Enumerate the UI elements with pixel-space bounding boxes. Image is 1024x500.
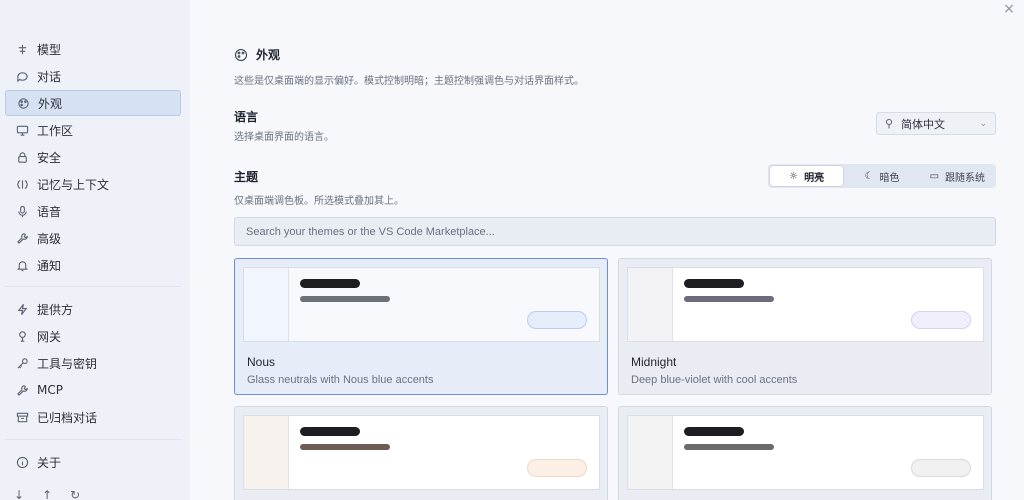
sidebar-nav-secondary: 提供方 网关 工具与密钥 MCP 已归档对话 (5, 296, 181, 431)
refresh-icon[interactable]: ↻ (70, 488, 80, 500)
sidebar-item-advanced[interactable]: 高级 (5, 225, 181, 251)
sidebar-item-notifications[interactable]: 通知 (5, 252, 181, 278)
theme-card-midnight[interactable]: Midnight Deep blue-violet with cool acce… (618, 258, 992, 395)
page-title-text: 外观 (256, 48, 281, 62)
sidebar-item-label: 关于 (37, 455, 62, 470)
key-icon (15, 356, 29, 370)
sidebar-item-label: 提供方 (37, 302, 74, 317)
sidebar-bottom-actions: ↓ ↑ ↻ (14, 488, 80, 500)
sidebar-item-label: 已归档对话 (37, 410, 98, 425)
info-icon (15, 455, 29, 469)
theme-preview (243, 267, 600, 342)
lock-icon (15, 150, 29, 164)
sidebar-item-tools-keys[interactable]: 工具与密钥 (5, 350, 181, 376)
palette-icon (234, 48, 248, 61)
bolt-icon (15, 302, 29, 316)
archive-icon (15, 410, 29, 424)
sidebar-item-label: 高级 (37, 231, 62, 246)
arrow-down-icon[interactable]: ↓ (14, 488, 24, 500)
sidebar-nav-about: 关于 (5, 449, 181, 476)
sun-icon: ☼ (789, 170, 799, 182)
chat-icon (15, 69, 29, 83)
sidebar-item-label: 记忆与上下文 (37, 177, 110, 192)
sidebar-item-memory[interactable]: 记忆与上下文 (5, 171, 181, 197)
theme-preview (627, 267, 984, 342)
mode-label: 暗色 (879, 172, 900, 184)
theme-description: 仅桌面端调色板。所选模式叠加其上。 (234, 196, 404, 207)
sidebar-item-gateway[interactable]: 网关 (5, 323, 181, 349)
language-select[interactable]: ⚲ 简体中文 ⌄ (876, 112, 996, 135)
language-description: 选择桌面界面的语言。 (234, 132, 334, 143)
theme-preview (243, 415, 600, 490)
sidebar-item-label: 通知 (37, 258, 62, 273)
theme-label: 主题 (234, 170, 259, 184)
mic-icon (15, 204, 29, 218)
theme-card-name: Nous (247, 355, 276, 369)
brain-icon (15, 177, 29, 191)
mode-system-button[interactable]: ▭ 跟随系统 (921, 166, 994, 186)
mode-light-button[interactable]: ☼ 明亮 (770, 166, 844, 186)
sidebar-item-model[interactable]: 模型 (5, 36, 181, 62)
sidebar-item-about[interactable]: 关于 (5, 449, 181, 475)
theme-card-nous[interactable]: Nous Glass neutrals with Nous blue accen… (234, 258, 608, 395)
theme-card-description: Deep blue-violet with cool accents (631, 374, 798, 386)
model-icon (15, 42, 29, 56)
globe-icon: ⚲ (885, 117, 894, 130)
theme-card-name: Midnight (631, 355, 677, 369)
sidebar-item-label: 对话 (37, 69, 62, 84)
sidebar-item-workspace[interactable]: 工作区 (5, 117, 181, 143)
sidebar-divider (5, 286, 181, 287)
sidebar-item-label: 模型 (37, 42, 62, 57)
sidebar-item-label: MCP (37, 383, 63, 397)
language-select-value: 简体中文 (901, 117, 946, 131)
bell-icon (15, 258, 29, 272)
wrench-icon (15, 231, 29, 245)
arrow-up-icon[interactable]: ↑ (42, 488, 52, 500)
sidebar-item-chat[interactable]: 对话 (5, 63, 181, 89)
monitor-icon: ▭ (929, 170, 940, 182)
sidebar-item-security[interactable]: 安全 (5, 144, 181, 170)
sidebar-item-label: 外观 (38, 96, 63, 111)
palette-icon (16, 96, 30, 110)
wrench-icon (15, 383, 29, 397)
chevron-down-icon: ⌄ (979, 118, 987, 129)
sidebar-item-providers[interactable]: 提供方 (5, 296, 181, 322)
theme-card[interactable] (618, 406, 992, 500)
sidebar-item-voice[interactable]: 语音 (5, 198, 181, 224)
page-title: 外观 (234, 46, 280, 63)
theme-preview (627, 415, 984, 490)
mode-dark-button[interactable]: ☾ 暗色 (845, 166, 918, 186)
sidebar-item-mcp[interactable]: MCP (5, 377, 181, 403)
moon-icon: ☾ (864, 170, 874, 182)
sidebar-item-label: 语音 (37, 204, 62, 219)
sidebar: 模型 对话 外观 工作区 安全 记忆与上下文 语音 高级 通知 提供方 网关 工… (0, 0, 190, 500)
theme-card-description: Glass neutrals with Nous blue accents (247, 374, 434, 386)
page-description: 这些是仅桌面端的显示偏好。模式控制明暗；主题控制强调色与对话界面样式。 (234, 76, 584, 87)
main-content: 外观 这些是仅桌面端的显示偏好。模式控制明暗；主题控制强调色与对话界面样式。 语… (190, 0, 1024, 500)
sidebar-divider (5, 439, 181, 440)
monitor-icon (15, 123, 29, 137)
mode-label: 明亮 (804, 172, 825, 184)
sidebar-item-appearance[interactable]: 外观 (5, 90, 181, 116)
mode-label: 跟随系统 (945, 172, 986, 184)
sidebar-item-label: 工具与密钥 (37, 356, 98, 371)
sidebar-item-label: 工作区 (37, 123, 74, 138)
theme-search-input[interactable]: Search your themes or the VS Code Market… (234, 217, 996, 246)
mode-toggle: ☼ 明亮 ☾ 暗色 ▭ 跟随系统 (768, 164, 996, 188)
sidebar-item-label: 网关 (37, 329, 62, 344)
sidebar-nav-primary: 模型 对话 外观 工作区 安全 记忆与上下文 语音 高级 通知 (5, 36, 181, 279)
language-label: 语言 (234, 110, 259, 124)
sidebar-item-archived[interactable]: 已归档对话 (5, 404, 181, 430)
gateway-icon (15, 329, 29, 343)
sidebar-item-label: 安全 (37, 150, 62, 165)
theme-card[interactable] (234, 406, 608, 500)
